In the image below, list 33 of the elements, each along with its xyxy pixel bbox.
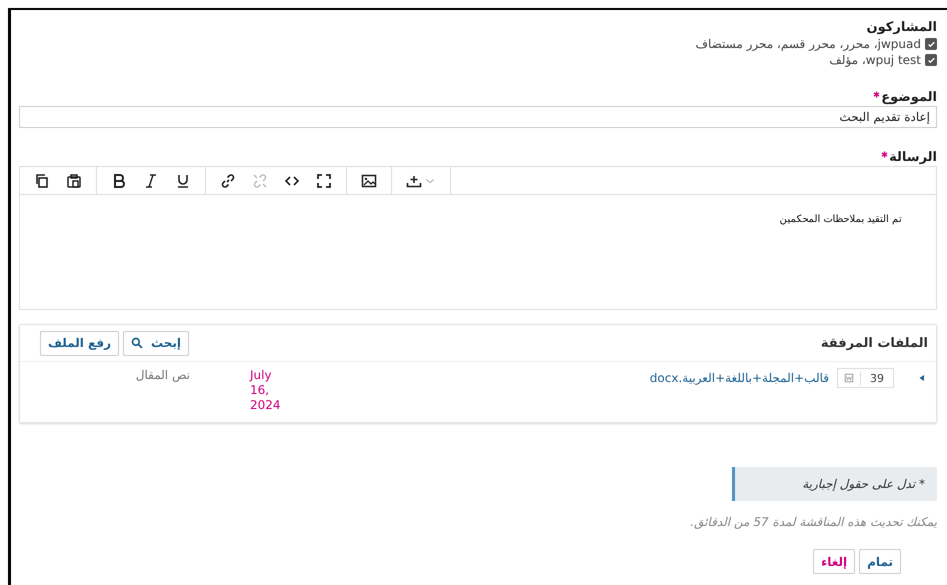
clipboard-icon <box>66 172 82 188</box>
file-type-text: نص المقال <box>134 368 190 382</box>
checkbox[interactable] <box>925 38 937 50</box>
checkbox[interactable] <box>925 54 937 66</box>
info-text: يمكنك تحديث هذه المناقشة لمدة 57 من الدقائق. <box>689 515 937 529</box>
link-icon <box>220 172 236 188</box>
caret-left-icon[interactable] <box>918 374 926 382</box>
field-label: الموضوع <box>19 90 937 105</box>
ok-button[interactable]: تمام <box>859 549 901 574</box>
italic-icon <box>143 172 159 188</box>
bold-icon <box>111 172 127 188</box>
field-label: المشاركون <box>866 20 937 35</box>
cancel-button[interactable]: إلغاء <box>813 549 856 574</box>
upload-button[interactable]: رفع الملف <box>40 330 119 356</box>
participant-label: wpuj test، مؤلف <box>829 53 921 67</box>
message-text: تم التقيد بملاحظات المحكمين <box>778 213 902 225</box>
date-text: July 16, 2024 <box>250 368 282 413</box>
subject-field[interactable]: إعادة تقديم البحث <box>19 106 937 128</box>
document-icon <box>844 373 854 383</box>
broken-link-icon <box>252 172 268 188</box>
image-icon <box>361 172 377 188</box>
notice-box: * تدل على حقول إجبارية <box>732 467 937 501</box>
panel-title: الملفات المرفقة <box>820 336 928 350</box>
copy-icon <box>34 172 50 188</box>
underline-icon <box>175 172 191 188</box>
participant-label: jwpuad، محرر، محرر قسم، محرر مستضاف <box>696 37 921 51</box>
file-link[interactable]: قالب+المجلة+باللغة+العربية.docx <box>650 371 829 385</box>
fullscreen-icon <box>316 172 332 188</box>
message-editor[interactable]: تم التقيد بملاحظات المحكمين <box>19 166 937 310</box>
file-id: 39 <box>860 372 893 384</box>
field-label: الرسالة <box>19 150 937 165</box>
search-icon <box>131 337 143 349</box>
search-button[interactable]: إبحث <box>123 330 189 356</box>
